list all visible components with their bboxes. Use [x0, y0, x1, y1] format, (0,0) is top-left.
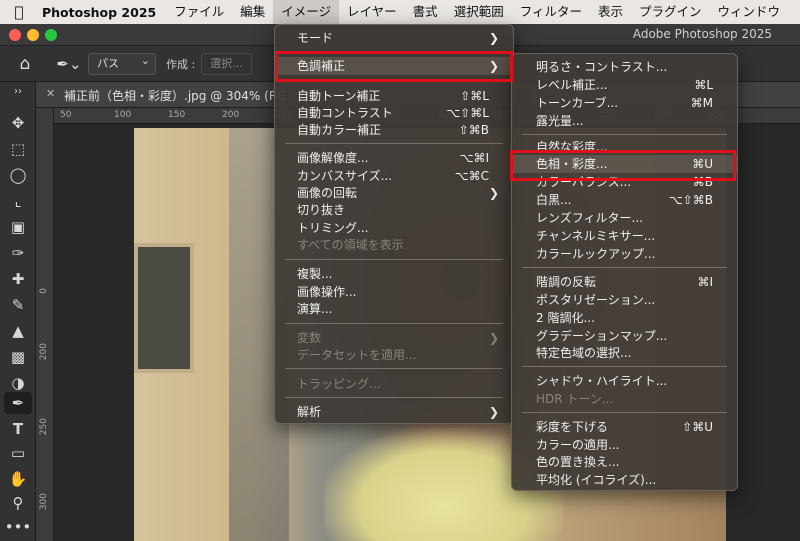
- make-selection-button[interactable]: 選択...: [201, 52, 252, 75]
- submenu-item-shadows-highlights[interactable]: シャドウ・ハイライト...: [512, 372, 737, 390]
- hruler-tick: 200: [222, 110, 240, 120]
- home-icon[interactable]: ⌂: [0, 54, 50, 74]
- adjustments-submenu: 明るさ・コントラスト... レベル補正... ⌘L トーンカーブ... ⌘M 露光量…: [511, 53, 738, 491]
- menu-item-trap: トラッピング...: [297, 377, 381, 391]
- rectangle-tool-icon[interactable]: ▭: [0, 444, 36, 462]
- window-title: Adobe Photoshop 2025: [632, 27, 772, 41]
- menu-item-auto-contrast[interactable]: 自動コントラスト ⌥⇧⌘L: [275, 104, 513, 122]
- submenu-item-black-white[interactable]: 白黒... ⌥⇧⌘B: [512, 191, 737, 209]
- type-tool-icon[interactable]: T: [0, 420, 36, 438]
- object-select-tool-icon[interactable]: ▣: [0, 218, 36, 236]
- submenu-item-photo-filter[interactable]: レンズフィルター...: [512, 209, 737, 227]
- hruler-tick: 100: [114, 110, 132, 120]
- submenu-item-selective-color[interactable]: 特定色域の選択...: [512, 344, 737, 362]
- submenu-item-hdr-toning: HDR トーン...: [536, 392, 614, 406]
- brush-tool-icon[interactable]: ✎: [0, 296, 36, 314]
- menu-item-auto-color[interactable]: 自動カラー補正 ⇧⌘B: [275, 121, 513, 139]
- submenu-item-posterize[interactable]: ポスタリゼーション...: [512, 291, 737, 309]
- hand-tool-icon[interactable]: ✋: [0, 470, 36, 488]
- more-tools-icon[interactable]: •••: [0, 518, 36, 536]
- menu-item-apply-data-set: データセットを適用...: [297, 348, 417, 362]
- menu-item-mode[interactable]: モード ❯: [275, 29, 513, 47]
- menu-item-trim[interactable]: トリミング...: [275, 219, 513, 237]
- close-window-button[interactable]: [9, 29, 21, 41]
- menu-item-image-size[interactable]: 画像解像度... ⌥⌘I: [275, 149, 513, 167]
- vruler-tick: 200: [39, 343, 49, 361]
- tools-panel: ›› ✥ ⬚ ◯ ⌞ ▣ ✑ ✚ ✎ ▲ ▩ ◑ ✒ T ▭ ✋ ⚲ •••: [0, 82, 36, 541]
- system-menubar:  Photoshop 2025 ファイル 編集 イメージ レイヤー 書式 選択…: [0, 0, 800, 24]
- menu-image[interactable]: イメージ: [273, 0, 340, 24]
- hruler-tick: 150: [168, 110, 186, 120]
- menu-item-calculations[interactable]: 演算...: [275, 300, 513, 318]
- menu-item-apply-image[interactable]: 画像操作...: [275, 283, 513, 301]
- image-menu: モード ❯ 色調補正 ❯ 自動トーン補正 ⇧⌘L 自動コントラスト ⌥⇧⌘L 自動カラー…: [274, 24, 514, 424]
- move-tool-icon[interactable]: ✥: [0, 114, 36, 132]
- submenu-item-brightness-contrast[interactable]: 明るさ・コントラスト...: [512, 58, 737, 76]
- menu-item-image-rotation[interactable]: 画像の回転 ❯: [275, 184, 513, 202]
- submenu-item-gradient-map[interactable]: グラデーションマップ...: [512, 327, 737, 345]
- stamp-tool-icon[interactable]: ▲: [0, 322, 36, 340]
- submenu-item-replace-color[interactable]: 色の置き換え...: [512, 453, 737, 471]
- submenu-item-levels[interactable]: レベル補正... ⌘L: [512, 76, 737, 94]
- vruler-tick: 300: [39, 493, 49, 511]
- vruler-tick: 250: [39, 418, 49, 436]
- submenu-item-color-balance[interactable]: カラーバランス... ⌘B: [512, 173, 737, 191]
- collapse-toolbar-icon[interactable]: ››: [0, 86, 36, 97]
- make-label: 作成 :: [166, 57, 196, 71]
- menu-plugins[interactable]: プラグイン: [631, 0, 710, 24]
- menu-view[interactable]: 表示: [590, 0, 631, 24]
- dodge-tool-icon[interactable]: ◑: [0, 374, 36, 392]
- menu-file[interactable]: ファイル: [166, 0, 232, 24]
- crop-tool-icon[interactable]: ⌞: [0, 192, 36, 210]
- submenu-item-threshold[interactable]: 2 階調化...: [512, 309, 737, 327]
- submenu-item-exposure[interactable]: 露光量...: [512, 112, 737, 130]
- hruler-tick: 50: [60, 110, 72, 120]
- photo-window-detail: [134, 243, 194, 373]
- menu-select[interactable]: 選択範囲: [446, 0, 512, 24]
- menu-item-adjustments[interactable]: 色調補正 ❯: [275, 57, 513, 75]
- lasso-tool-icon[interactable]: ◯: [0, 166, 36, 184]
- menu-item-crop[interactable]: 切り抜き: [275, 201, 513, 219]
- menu-edit[interactable]: 編集: [232, 0, 273, 24]
- zoom-tool-icon[interactable]: ⚲: [0, 494, 36, 512]
- menu-item-duplicate[interactable]: 複製...: [275, 265, 513, 283]
- menu-item-auto-tone[interactable]: 自動トーン補正 ⇧⌘L: [275, 87, 513, 105]
- submenu-item-hue-saturation[interactable]: 色相・彩度... ⌘U: [512, 155, 737, 173]
- menu-item-variables: 変数 ❯: [297, 331, 499, 345]
- menu-window[interactable]: ウィンドウ: [710, 0, 789, 24]
- menu-type[interactable]: 書式: [405, 0, 446, 24]
- menu-item-reveal-all: すべての領域を表示: [297, 238, 404, 252]
- minimize-window-button[interactable]: [27, 29, 39, 41]
- menu-filter[interactable]: フィルター: [512, 0, 590, 24]
- menu-layer[interactable]: レイヤー: [339, 0, 405, 24]
- apple-icon[interactable]: : [0, 3, 38, 21]
- healing-brush-tool-icon[interactable]: ✚: [0, 270, 36, 288]
- submenu-item-curves[interactable]: トーンカーブ... ⌘M: [512, 94, 737, 112]
- pen-tool-preset-icon[interactable]: ✒⌄: [50, 55, 88, 73]
- submenu-item-equalize[interactable]: 平均化 (イコライズ)...: [512, 471, 737, 489]
- menu-item-analysis[interactable]: 解析 ❯: [275, 403, 513, 421]
- document-title: 補正前（色相・彩度）.jpg @ 304% (RG: [64, 89, 287, 103]
- submenu-item-invert[interactable]: 階調の反転 ⌘I: [512, 273, 737, 291]
- marquee-tool-icon[interactable]: ⬚: [0, 140, 36, 158]
- submenu-item-color-lookup[interactable]: カラールックアップ...: [512, 245, 737, 263]
- close-document-icon[interactable]: ✕: [46, 87, 55, 100]
- menu-item-canvas-size[interactable]: カンバスサイズ... ⌥⌘C: [275, 167, 513, 185]
- pen-mode-select[interactable]: パス: [88, 51, 156, 75]
- eyedropper-tool-icon[interactable]: ✑: [0, 244, 36, 262]
- vruler-tick: 0: [39, 288, 49, 294]
- submenu-item-channel-mixer[interactable]: チャンネルミキサー...: [512, 227, 737, 245]
- app-name-menu[interactable]: Photoshop 2025: [38, 5, 166, 20]
- zoom-window-button[interactable]: [45, 29, 57, 41]
- submenu-item-desaturate[interactable]: 彩度を下げる ⇧⌘U: [512, 418, 737, 436]
- pen-tool-icon[interactable]: ✒: [4, 392, 32, 414]
- vertical-ruler[interactable]: 0 200 250 300: [36, 108, 54, 541]
- gradient-tool-icon[interactable]: ▩: [0, 348, 36, 366]
- submenu-item-match-color[interactable]: カラーの適用...: [512, 436, 737, 454]
- submenu-item-vibrance[interactable]: 自然な彩度...: [512, 138, 737, 156]
